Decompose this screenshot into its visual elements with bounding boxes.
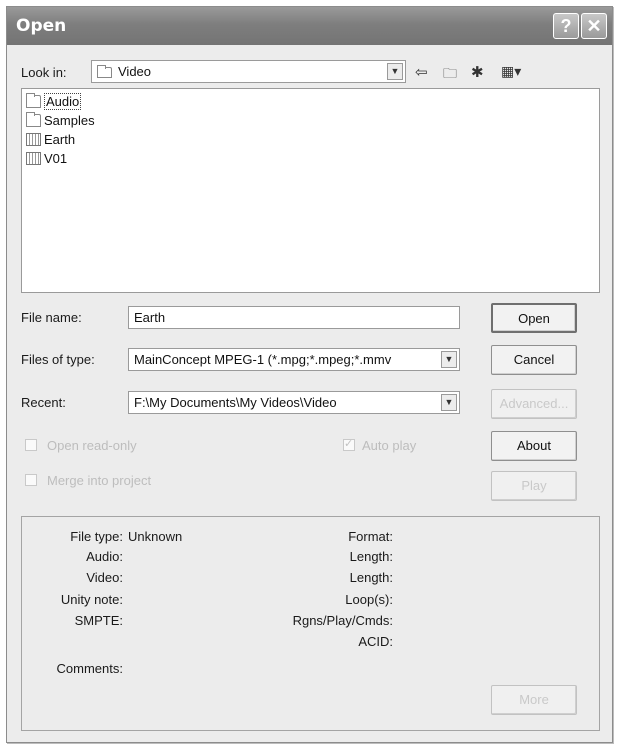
view-menu-icon[interactable]: ▦▾ <box>501 63 521 80</box>
folder-icon <box>26 92 41 108</box>
folder-icon <box>97 65 112 78</box>
play-button[interactable]: Play <box>491 471 577 501</box>
new-folder-icon[interactable]: ✱ <box>471 63 484 81</box>
back-icon[interactable]: ⇦ <box>415 63 428 81</box>
merge-into-project-label: Merge into project <box>47 473 152 488</box>
open-dialog: Open ? ✕ Look in: Video ▼ ⇦ 🗀 ✱ ▦▾ Audio… <box>6 6 613 743</box>
file-name: Audio <box>44 92 82 110</box>
loops-label: Loop(s): <box>345 592 393 607</box>
format-label: Format: <box>348 529 393 544</box>
file-name-label: File name: <box>21 310 82 325</box>
file-info-panel: File type: Unknown Audio: Video: Unity n… <box>21 516 600 731</box>
file-name: Earth <box>44 131 76 147</box>
length-label-2: Length: <box>349 570 393 585</box>
file-type-label: File type: <box>70 529 123 544</box>
recent-value: F:\My Documents\My Videos\Video <box>134 395 337 410</box>
cancel-button[interactable]: Cancel <box>491 345 577 375</box>
file-list[interactable]: Audio Samples Earth V01 <box>21 88 600 293</box>
open-read-only-checkbox[interactable] <box>25 439 37 451</box>
file-name-value: Earth <box>134 310 166 325</box>
video-label: Video: <box>86 570 123 585</box>
close-button[interactable]: ✕ <box>581 13 607 39</box>
file-name-field[interactable]: Earth <box>128 306 460 329</box>
help-button[interactable]: ? <box>553 13 579 39</box>
chevron-down-icon[interactable]: ▼ <box>441 351 457 368</box>
files-of-type-value: MainConcept MPEG-1 (*.mpg;*.mpeg;*.mmv <box>134 352 392 367</box>
auto-play-checkbox[interactable]: ✓ <box>343 438 355 451</box>
files-of-type-dropdown[interactable]: MainConcept MPEG-1 (*.mpg;*.mpeg;*.mmv ▼ <box>128 348 460 371</box>
folder-icon <box>26 111 41 127</box>
advanced-button[interactable]: Advanced... <box>491 389 577 419</box>
more-button[interactable]: More <box>491 685 577 715</box>
file-name: V01 <box>44 150 68 166</box>
about-button[interactable]: About <box>491 431 577 461</box>
dialog-title: Open <box>16 16 67 36</box>
look-in-value: Video <box>118 64 152 79</box>
files-of-type-label: Files of type: <box>21 352 95 367</box>
open-button[interactable]: Open <box>491 303 577 333</box>
chevron-down-icon[interactable]: ▼ <box>441 394 457 411</box>
merge-into-project-checkbox[interactable] <box>25 474 37 486</box>
list-item[interactable]: V01 <box>26 149 67 167</box>
unity-note-label: Unity note: <box>60 592 123 607</box>
media-file-icon <box>26 132 41 146</box>
list-item[interactable]: Earth <box>26 130 75 148</box>
rgns-play-cmds-label: Rgns/Play/Cmds: <box>292 613 393 628</box>
comments-label: Comments: <box>56 661 123 676</box>
list-item[interactable]: Audio <box>26 92 82 110</box>
look-in-dropdown[interactable]: Video ▼ <box>91 60 406 83</box>
up-folder-icon[interactable]: 🗀 <box>443 63 457 87</box>
smpte-label: SMPTE: <box>74 613 123 628</box>
open-read-only-label: Open read-only <box>47 438 137 453</box>
acid-label: ACID: <box>358 634 393 649</box>
title-bar[interactable]: Open ? ✕ <box>7 7 612 45</box>
recent-label: Recent: <box>21 395 66 410</box>
recent-dropdown[interactable]: F:\My Documents\My Videos\Video ▼ <box>128 391 460 414</box>
list-item[interactable]: Samples <box>26 111 95 129</box>
auto-play-label: Auto play <box>362 438 417 453</box>
audio-label: Audio: <box>86 549 123 564</box>
chevron-down-icon[interactable]: ▼ <box>387 63 403 80</box>
file-type-value: Unknown <box>128 529 183 544</box>
length-label: Length: <box>349 549 393 564</box>
file-name: Samples <box>44 112 95 128</box>
look-in-label: Look in: <box>21 65 67 80</box>
media-file-icon <box>26 151 41 165</box>
